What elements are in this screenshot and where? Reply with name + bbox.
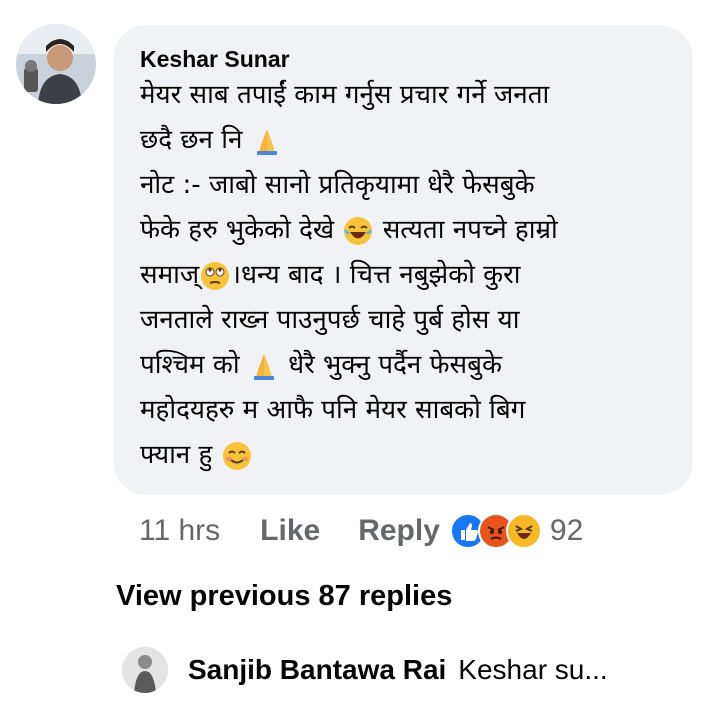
like-button[interactable]: Like: [260, 514, 320, 548]
eye-roll-emoji: [199, 260, 231, 292]
folded-hands-emoji: [251, 125, 283, 157]
comment-line: फ्यान हु: [140, 433, 673, 478]
comment-line: समाज् ।धन्य बाद । चित्त नबुझेको कुरा: [140, 260, 521, 292]
comment-line: पश्चिम को धेरै भुक्नु पर्दैन फेसबुके: [140, 350, 502, 382]
commenter-avatar[interactable]: [16, 24, 96, 104]
reaction-count[interactable]: 92: [550, 514, 583, 548]
reply-preview-text: Keshar su...: [458, 654, 608, 685]
comment-line: नोट :- जाबो सानो प्रतिकृयामा धेरै फेसबुक…: [140, 170, 535, 200]
comment-bubble: Keshar Sunar मेयर साब तपाईं काम गर्नुस प…: [113, 25, 693, 495]
folded-hands-emoji: [248, 350, 280, 382]
comment-line: जनताले राख्न पाउनुपर्छ चाहे पुर्ब होस या: [140, 305, 520, 335]
reply-button[interactable]: Reply: [358, 514, 440, 548]
smiling-face-emoji: [221, 440, 253, 472]
haha-reaction-icon: [505, 513, 542, 549]
tears-of-joy-emoji: [342, 215, 374, 247]
reply-preview[interactable]: Sanjib Bantawa Rai Keshar su...: [122, 645, 608, 695]
comment-actions: 11 hrs Like Reply 92: [139, 508, 583, 554]
reaction-summary[interactable]: [449, 513, 542, 549]
reply-author-avatar[interactable]: [122, 647, 168, 693]
comment-line: छदै छन नि: [140, 118, 673, 163]
timestamp[interactable]: 11 hrs: [139, 514, 220, 548]
reply-author-name[interactable]: Sanjib Bantawa Rai: [188, 654, 446, 686]
comment-line: महोदयहरु म आफै पनि मेयर साबको बिग: [140, 395, 526, 425]
comment-line: मेयर साब तपाईं काम गर्नुस प्रचार गर्ने ज…: [140, 80, 550, 110]
comment-author[interactable]: Keshar Sunar: [140, 45, 673, 73]
view-previous-replies-link[interactable]: View previous 87 replies: [116, 580, 452, 613]
comment-line: फेके हरु भुकेको देखे सत्यता नपच्ने हाम्र…: [140, 215, 558, 247]
